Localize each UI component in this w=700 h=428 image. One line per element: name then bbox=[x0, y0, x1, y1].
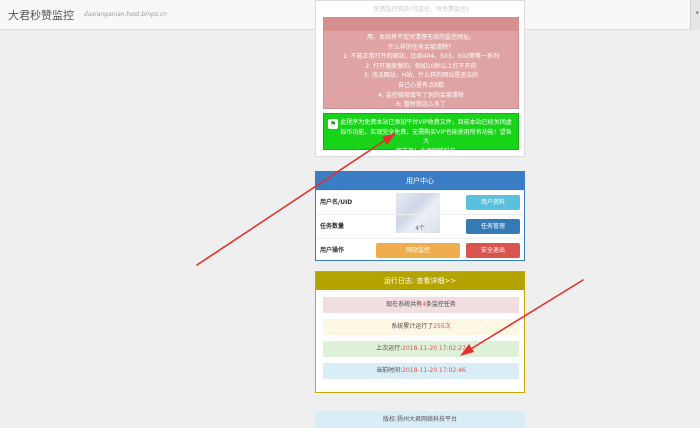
user-actions-label: 用户操作 bbox=[320, 247, 345, 254]
site-brand[interactable]: 大君秒赞监控 bbox=[8, 7, 74, 23]
uid-label: 用户名/UID bbox=[320, 199, 353, 206]
free-notice: ⚑ 此程序为免费本站已添加平台VIP收费文件，目前本站已经关闭虚 拟币功能，实现… bbox=[323, 113, 519, 155]
current-time-label: 当前时间: bbox=[376, 367, 403, 374]
run-log-panel: 运行日志: 查看详细>> 现在系统共有4条监控任务 系统累计运行了255次 上次… bbox=[315, 271, 525, 393]
rules-line: 用，本站将不定时清理无效的监控网址。 bbox=[366, 34, 475, 41]
uptime-prefix: 系统累计运行了 bbox=[391, 323, 434, 330]
free-notice-line: 拟币功能，实现完全免费，无需购买VIP也能使用所有功能！望各大 bbox=[340, 128, 512, 146]
uptime-value: 255次 bbox=[433, 323, 451, 330]
rules-line: 2: 打开速度慢的，例如10秒以上打不开的 bbox=[365, 62, 477, 70]
site-monitor-button[interactable]: 网站监控 bbox=[376, 243, 460, 258]
rules-line: 1: 不能正常打开的网站，比如404，503，502等等一系列 bbox=[342, 53, 500, 61]
current-time-item: 当前时间:2018-11-20 17:02:46 bbox=[323, 363, 519, 379]
footer-copyright: 版权:扬州大君网络科技平台 bbox=[315, 411, 525, 428]
user-row-tasks: 任务数量 4个 任务管理 bbox=[316, 214, 524, 238]
task-count-value: 4个 bbox=[415, 225, 425, 232]
rules-line: 什么样的任务会被清除？ bbox=[387, 43, 454, 51]
rules-line: 3: 违法网站，H站，什么样的网站是违法的 bbox=[363, 72, 479, 80]
user-center-title: 用户中心 bbox=[316, 172, 524, 190]
user-row-actions: 用户操作 网站监控 安全退出 bbox=[316, 238, 524, 262]
last-run-time: 2018-11-20 17:02:27 bbox=[402, 345, 466, 352]
last-run-label: 上次运行: bbox=[376, 345, 403, 352]
free-notice-line: 家支持！大君网络科技 bbox=[395, 147, 456, 155]
user-row-uid: 用户名/UID 用户资料 bbox=[316, 190, 524, 233]
monitor-count-suffix: 条监控任务 bbox=[425, 301, 456, 308]
task-manage-button[interactable]: 任务管理 bbox=[466, 219, 520, 234]
profile-button[interactable]: 用户资料 bbox=[466, 195, 520, 210]
monitor-count-prefix: 现在系统共有 bbox=[386, 301, 423, 308]
free-notice-line: 此程序为免费本站已添加平台VIP收费文件，目前本站已经关闭虚 bbox=[340, 119, 512, 126]
logout-button[interactable]: 安全退出 bbox=[466, 243, 520, 258]
uptime-item: 系统累计运行了255次 bbox=[323, 319, 519, 335]
faded-notice-text: 免费监控网站(可监控、可免费监控) bbox=[373, 6, 469, 13]
host-address: daxianganian.host.bmps.cn bbox=[84, 11, 167, 18]
menu-toggle-icon[interactable] bbox=[690, 0, 700, 30]
rules-line: 自己心里有点B数 bbox=[397, 81, 445, 89]
task-count-label: 任务数量 bbox=[320, 223, 345, 230]
rules-notice: 用，本站将不定时清理无效的监控网址。 什么样的任务会被清除？ 1: 不能正常打开… bbox=[323, 17, 519, 109]
user-center-panel: 用户中心 用户名/UID 用户资料 任务数量 4个 任务管理 用户操作 网站监控… bbox=[315, 171, 525, 261]
share-icon: ⚑ bbox=[328, 119, 338, 129]
run-log-title[interactable]: 运行日志: 查看详细>> bbox=[316, 272, 524, 290]
last-run-item: 上次运行:2018-11-20 17:02:27 bbox=[323, 341, 519, 357]
current-time-value: 2018-11-20 17:02:46 bbox=[402, 367, 466, 374]
rules-line: 4: 监控链接填写了别的会被清除 bbox=[378, 91, 464, 99]
rules-line: 6: 暂时就这么多了 bbox=[396, 101, 446, 109]
monitor-count-item: 现在系统共有4条监控任务 bbox=[323, 297, 519, 313]
notice-panel: 免费监控网站(可监控、可免费监控) 用，本站将不定时清理无效的监控网址。 什么样… bbox=[315, 0, 525, 157]
rules-notice-stripe bbox=[324, 18, 518, 31]
